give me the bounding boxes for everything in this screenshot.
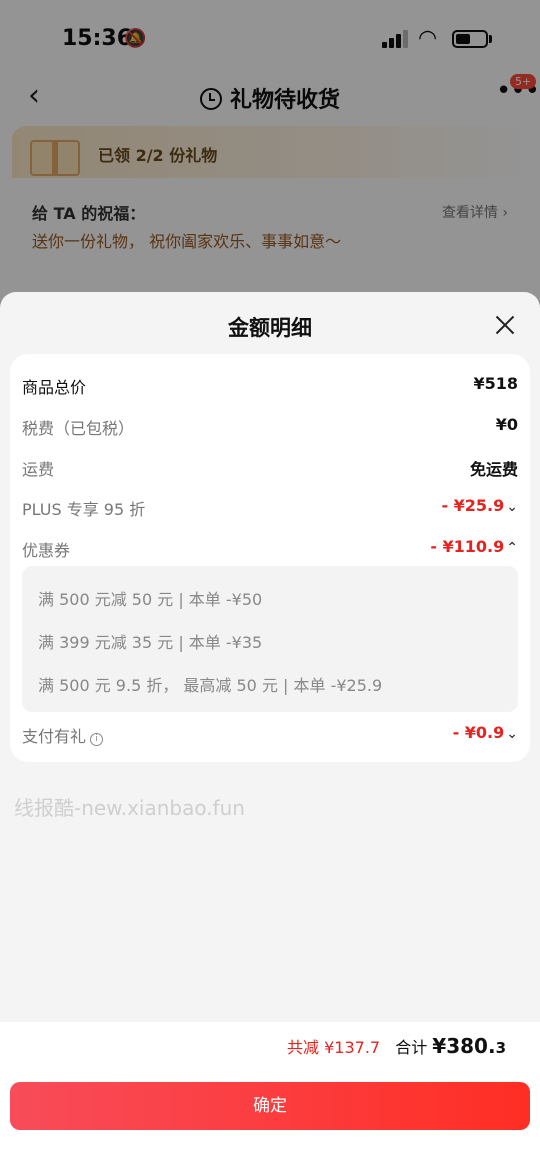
row-payment-gift[interactable]: 支付有礼 i - ¥0.9 ⌄	[22, 717, 518, 747]
row-label: 优惠券	[22, 541, 71, 560]
coupon-item: 满 399 元减 35 元 | 本单 -¥35	[38, 633, 263, 652]
row-coupon[interactable]: 优惠券 - ¥110.9 ⌃	[22, 531, 518, 561]
row-value: - ¥0.9	[452, 723, 505, 742]
total-amount: ¥380.3	[432, 1034, 506, 1058]
close-icon[interactable]	[492, 312, 518, 338]
row-label: 支付有礼	[22, 727, 87, 746]
coupon-item: 满 500 元 9.5 折， 最高减 50 元 | 本单 -¥25.9	[38, 676, 383, 695]
amount-detail-card: 商品总价 ¥518 税费（已包税） ¥0 运费 免运费 PLUS 专享 95 折…	[10, 354, 530, 762]
row-label: 运费	[22, 460, 55, 479]
chevron-up-icon[interactable]: ⌃	[506, 540, 518, 556]
total-reduce: 共减 ¥137.7	[287, 1038, 381, 1057]
total-label: 合计	[395, 1038, 428, 1057]
row-value: - ¥110.9	[430, 537, 505, 556]
footer-bar: 共减 ¥137.7 合计 ¥380.3 确定	[0, 1022, 540, 1173]
chevron-down-icon[interactable]: ⌄	[506, 499, 518, 515]
coupon-item: 满 500 元减 50 元 | 本单 -¥50	[38, 590, 263, 609]
amount-detail-sheet: 金额明细 商品总价 ¥518 税费（已包税） ¥0 运费 免运费 PLUS 专享…	[0, 292, 540, 1173]
row-value: - ¥25.9	[441, 496, 505, 515]
total-summary: 共减 ¥137.7 合计 ¥380.3	[287, 1034, 506, 1058]
coupon-list: 满 500 元减 50 元 | 本单 -¥50 满 399 元减 35 元 | …	[22, 566, 518, 712]
row-shipping: 运费 免运费	[22, 450, 518, 480]
row-value-group: - ¥0.9 ⌄	[453, 723, 518, 742]
sheet-header: 金额明细	[0, 292, 540, 354]
row-value: 免运费	[469, 460, 518, 479]
info-icon[interactable]: i	[90, 733, 104, 746]
watermark-text: 线报酷-new.xianbao.fun	[14, 796, 245, 820]
row-label: PLUS 专享 95 折	[22, 500, 146, 519]
row-tax: 税费（已包税） ¥0	[22, 409, 518, 439]
row-label: 税费（已包税）	[22, 419, 135, 438]
row-goods-total: 商品总价 ¥518	[22, 368, 518, 398]
row-label: 商品总价	[22, 378, 87, 397]
row-label-group: 支付有礼 i	[22, 723, 104, 747]
row-value-group: - ¥25.9 ⌄	[441, 496, 518, 515]
total-amount-main: ¥380.	[432, 1034, 496, 1058]
total-amount-decimal: 3	[495, 1039, 506, 1057]
row-value-group: - ¥110.9 ⌃	[430, 537, 518, 556]
row-plus-discount[interactable]: PLUS 专享 95 折 - ¥25.9 ⌄	[22, 490, 518, 520]
row-value: ¥0	[495, 415, 518, 434]
confirm-button[interactable]: 确定	[10, 1082, 530, 1130]
chevron-down-icon[interactable]: ⌄	[506, 726, 518, 742]
sheet-title: 金额明细	[228, 316, 312, 340]
row-value: ¥518	[473, 374, 518, 393]
